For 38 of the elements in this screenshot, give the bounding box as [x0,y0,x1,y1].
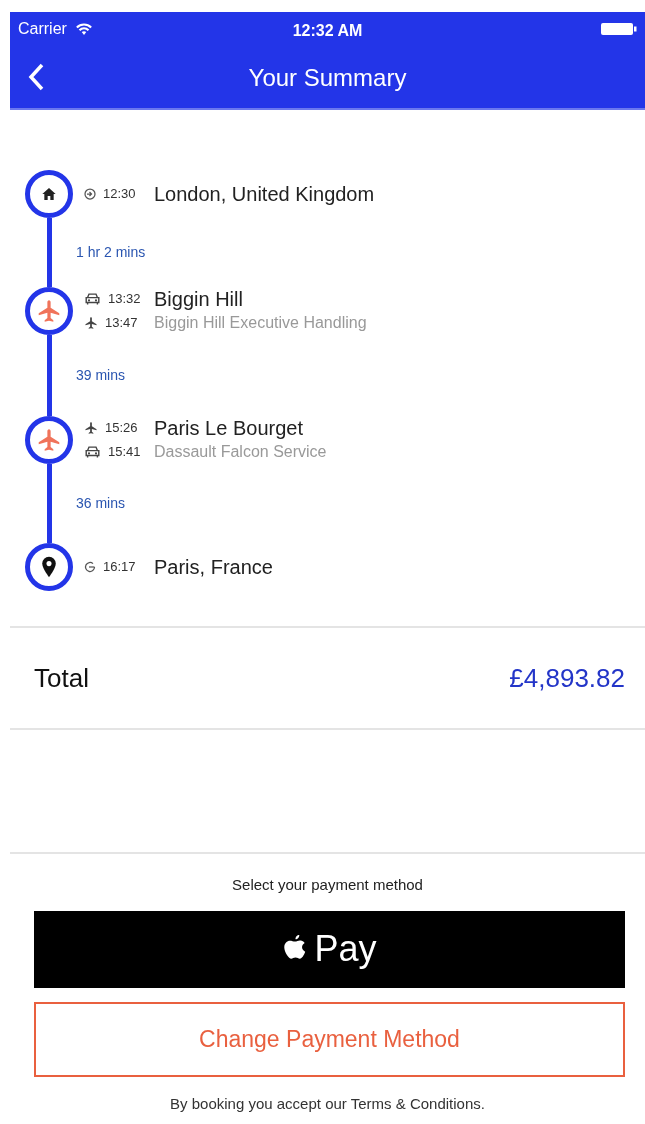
payment-prompt: Select your payment method [231,875,424,895]
arrive-icon [84,561,96,573]
battery-icon [601,21,637,36]
place-detail: Dassault Falcon Service [154,442,327,462]
home-icon [41,186,57,202]
plane-icon [84,316,98,330]
place-name: Paris, France [154,555,273,579]
time-text: 15:26 [105,419,138,438]
plane-icon [36,298,62,324]
car-icon [84,292,101,306]
car-icon [84,445,101,459]
time-text: 12:30 [103,185,136,204]
time-text: 13:32 [108,290,141,309]
depart-icon [84,188,96,200]
back-icon [28,63,44,91]
carrier-label: Carrier [18,18,67,39]
place-detail: Biggin Hill Executive Handling [154,313,367,333]
time-text: 13:47 [105,314,138,333]
total-label: Total [34,661,89,695]
total-amount: £4,893.82 [509,661,625,695]
plane-icon [84,421,98,435]
wifi-icon [74,21,93,36]
terms-link[interactable]: Terms & Conditions [350,1094,481,1112]
duration-text: 36 mins [75,494,126,513]
plane-icon [36,427,62,453]
status-time: 12:32 AM [292,21,363,41]
terms-notice: By booking you accept our Terms & Conditions. [169,1094,486,1113]
pin-icon [40,556,58,578]
place-name: Paris Le Bourget [154,416,304,440]
back-button[interactable] [28,63,44,91]
time-text: 16:17 [103,558,136,577]
duration-text: 1 hr 2 mins [75,243,146,262]
apple-pay-button[interactable]: Pay [34,910,625,988]
screen-title: Your Summary [248,63,407,93]
place-name: Biggin Hill [154,287,244,311]
duration-text: 39 mins [75,366,126,385]
place-name: London, United Kingdom [154,182,375,206]
time-text: 15:41 [108,443,141,462]
